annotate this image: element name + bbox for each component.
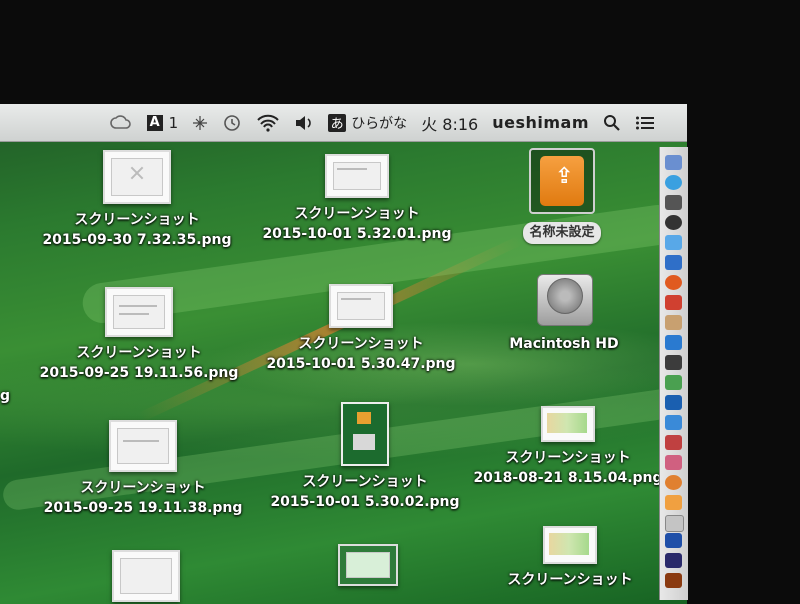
file-label: スクリーンショット 2015-10-01 5.32.01.png (262, 206, 452, 242)
file-thumbnail (329, 284, 393, 328)
app-icon[interactable] (665, 355, 682, 370)
app-icon[interactable] (665, 315, 682, 330)
desktop-drive-macintosh-hd[interactable]: Macintosh HD (444, 270, 684, 354)
app-icon[interactable] (665, 475, 682, 490)
file-thumbnail (112, 550, 180, 602)
bluetooth-like-icon[interactable] (192, 115, 208, 131)
file-thumbnail (341, 402, 389, 466)
file-thumbnail (541, 406, 595, 442)
illustrator-icon[interactable] (665, 573, 682, 588)
app-icon[interactable] (665, 235, 682, 250)
clock[interactable]: 火 8:16 (421, 111, 478, 135)
creative-cloud-icon[interactable] (109, 114, 133, 131)
desktop-file-screenshot[interactable]: スクリーンショット 2018-08-21 8.15.04.png (448, 406, 687, 488)
desktop[interactable]: スクリーンショット 2015-09-30 7.32.35.png スクリーンショ… (0, 104, 687, 604)
drive-label: Macintosh HD (509, 336, 619, 352)
file-thumbnail (109, 420, 177, 472)
spotlight-icon[interactable] (603, 114, 621, 132)
app-icon[interactable] (665, 295, 682, 310)
app-icon[interactable] (665, 455, 682, 470)
desktop-drive-usb[interactable]: ⇪ 名称未設定 (442, 148, 682, 244)
file-label: スクリーンショット 2015-09-30 7.32.35.png (42, 212, 232, 248)
desktop-file-screenshot[interactable] (26, 550, 266, 602)
desktop-file-screenshot[interactable]: スクリーンショット 2015-09-25 19.11.56.png (19, 287, 259, 383)
input-method-icon: あ (328, 113, 347, 132)
input-method-label: ひらがな (351, 115, 408, 132)
adobe-icon: A (146, 114, 163, 131)
user-menu[interactable]: ueshimam (492, 113, 589, 132)
desktop-file-screenshot[interactable]: スクリーンショット 2015-09-25 19.11.38.png (23, 420, 263, 518)
app-icon[interactable] (665, 435, 682, 450)
photoshop-icon[interactable] (665, 553, 682, 568)
app-icon[interactable] (665, 335, 682, 350)
volume-icon[interactable] (294, 115, 314, 131)
adobe-menu[interactable]: A 1 (146, 113, 179, 132)
app-icon[interactable] (665, 195, 682, 210)
file-label: スクリーンショット 2015-09-25 19.11.38.png (43, 480, 243, 516)
desktop-file-screenshot[interactable]: スクリーンショット (450, 526, 687, 590)
file-thumbnail (338, 544, 398, 586)
file-thumbnail (103, 150, 171, 204)
partial-file-label: g (0, 388, 11, 404)
app-icon[interactable] (665, 495, 682, 510)
app-icon[interactable] (665, 375, 682, 390)
usb-drive-icon: ⇪ (529, 148, 595, 214)
app-icon[interactable] (665, 415, 682, 430)
file-thumbnail (543, 526, 597, 564)
app-icon[interactable] (665, 215, 682, 230)
time-machine-icon[interactable] (222, 114, 242, 132)
file-label: スクリーンショット (507, 572, 633, 588)
hard-drive-icon (535, 270, 593, 328)
firefox-icon[interactable] (665, 275, 682, 290)
file-label: スクリーンショット 2018-08-21 8.15.04.png (473, 450, 663, 486)
app-icon[interactable] (665, 255, 682, 270)
finder-icon[interactable] (665, 155, 682, 170)
app-icon[interactable] (665, 395, 682, 410)
file-thumbnail (325, 154, 389, 198)
file-label: スクリーンショット 2015-09-25 19.11.56.png (39, 345, 239, 381)
app-icon[interactable] (665, 515, 684, 532)
app-icon[interactable] (665, 533, 682, 548)
wifi-icon[interactable] (256, 114, 280, 132)
adobe-count: 1 (168, 113, 179, 132)
notification-center-icon[interactable] (635, 115, 655, 131)
input-method-menu[interactable]: あ ひらがな (328, 113, 407, 133)
dock (659, 147, 688, 600)
menu-bar: A 1 あ ひらがな 火 8:16 ueshimam (0, 104, 687, 142)
file-thumbnail (105, 287, 173, 337)
drive-label: 名称未設定 (442, 222, 682, 244)
desktop-file-screenshot[interactable]: スクリーンショット 2015-09-30 7.32.35.png (17, 150, 257, 250)
safari-icon[interactable] (665, 175, 682, 190)
desktop-file-screenshot[interactable]: スクリーンショット 2015-10-01 5.32.01.png (237, 154, 477, 244)
